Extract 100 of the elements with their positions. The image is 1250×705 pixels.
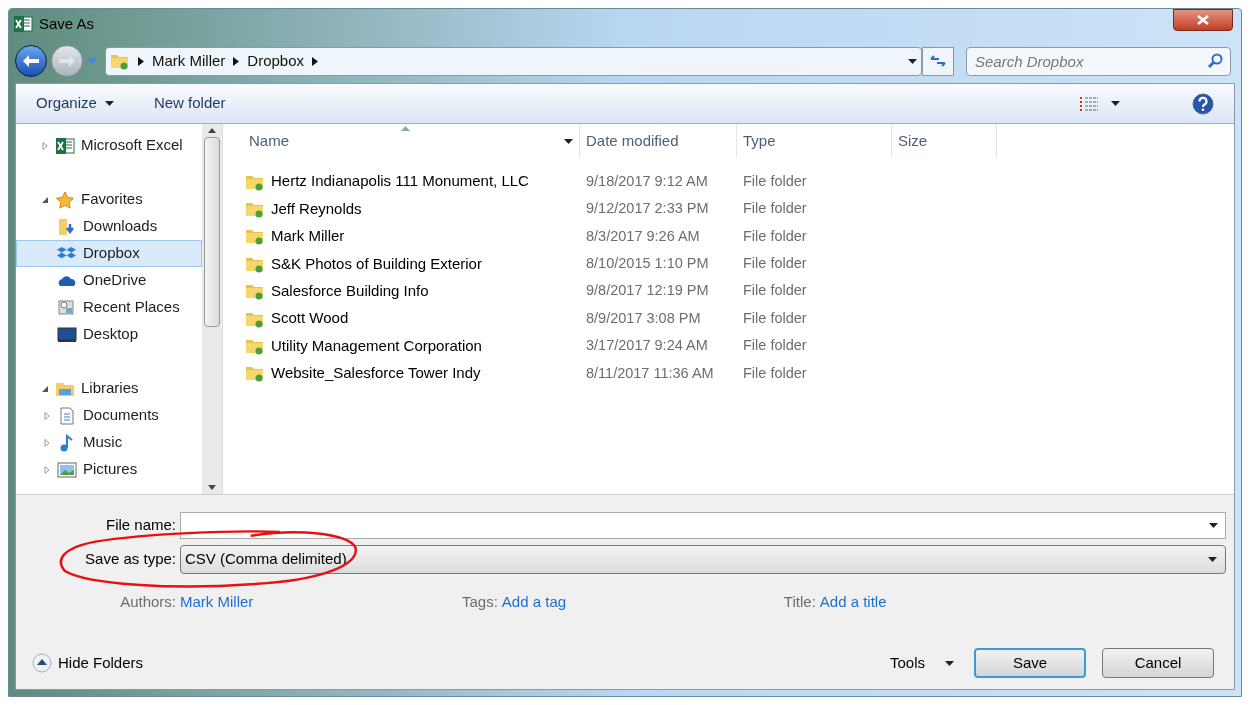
file-row[interactable]: Mark Miller 8/3/2017 9:26 AM File folder [243, 222, 1234, 251]
type-cell-text: File folder [742, 226, 808, 246]
file-row[interactable]: Website_Salesforce Tower Indy 8/11/2017 11:36 AM File folder [243, 359, 1234, 388]
field-label: Authors: [119, 591, 176, 612]
file-name: Jeff Reynolds [271, 198, 362, 219]
tree-item[interactable]: Pictures [16, 456, 202, 483]
expanded-arrow-icon[interactable] [41, 384, 49, 393]
search-field[interactable]: Search Dropbox [966, 46, 1231, 76]
back-button[interactable] [15, 45, 47, 77]
expanded-arrow-icon[interactable] [41, 195, 49, 204]
column-header[interactable]: Date modified [580, 124, 737, 158]
tree-label: Pictures [83, 459, 138, 480]
title-link[interactable]: Add a title [819, 590, 887, 614]
file-row[interactable]: Hertz Indianapolis 111 Monument, LLC 9/18/2017 9:12 AM File folder [243, 168, 1234, 196]
file-name: Mark Miller [271, 226, 345, 247]
caret-icon [945, 660, 954, 666]
tags-link[interactable]: Add a tag [501, 590, 784, 614]
spreadsheet-icon [55, 136, 75, 155]
tree-item[interactable]: Desktop [16, 321, 202, 348]
tools-menu[interactable]: Tools [889, 651, 954, 675]
date-cell-text: 3/17/2017 9:24 AM [585, 336, 709, 356]
cancel-button[interactable]: Cancel [1102, 648, 1214, 678]
chevron-icon[interactable] [233, 56, 240, 66]
tree-label: Microsoft Excel [81, 135, 183, 156]
tree-item[interactable]: Favorites [16, 186, 202, 213]
tree-label: Libraries [81, 378, 139, 399]
tree-item[interactable]: Music [16, 429, 202, 456]
tree-item[interactable]: Downloads [16, 213, 202, 240]
close-button[interactable] [1173, 9, 1233, 31]
date-cell-text: 8/9/2017 3:08 PM [585, 308, 702, 328]
file-row[interactable]: Scott Wood 8/9/2017 3:08 PM File folder [243, 304, 1234, 333]
dropdown-caret-icon [1209, 523, 1218, 528]
file-type-dropdown[interactable]: CSV (Comma delimited) [180, 545, 1226, 574]
type-cell-text: File folder [742, 336, 808, 356]
tree-label: OneDrive [83, 270, 147, 291]
authors-link[interactable]: Mark Miller [180, 590, 462, 614]
refresh-button[interactable] [922, 46, 954, 76]
type-cell-text: File folder [742, 171, 808, 191]
tree-item[interactable]: Dropbox [16, 240, 202, 267]
collapse-up-icon [32, 653, 52, 673]
column-filter-icon [564, 138, 573, 144]
recent-places-icon [57, 298, 77, 317]
file-row[interactable]: S&K Photos of Building Exterior 8/10/2015 1:10 PM File folder [243, 250, 1234, 278]
spreadsheet-icon [13, 15, 33, 33]
view-menu[interactable] [1079, 95, 1120, 112]
field-label: File name: [104, 515, 176, 536]
file-name: Scott Wood [271, 308, 349, 329]
chevron-icon[interactable] [138, 56, 144, 66]
file-name: Hertz Indianapolis 111 Monument, LLC [271, 171, 529, 192]
tree-item[interactable]: Libraries [16, 375, 202, 402]
type-cell-text: File folder [742, 199, 808, 219]
hide-folders-button[interactable]: Hide Folders [32, 651, 144, 675]
forward-arrow-icon [58, 54, 76, 68]
tree-item[interactable]: Microsoft Excel [16, 132, 202, 159]
column-header[interactable]: Type [737, 124, 892, 158]
dropdown-caret-icon [908, 58, 917, 64]
date-cell-text: 9/12/2017 2:33 PM [585, 199, 710, 219]
chevron-icon[interactable] [312, 56, 319, 66]
date-cell-text: 8/3/2017 9:26 AM [585, 226, 701, 246]
folder-icon [245, 200, 265, 219]
help-icon[interactable] [1192, 92, 1214, 115]
type-cell-text: File folder [742, 363, 808, 383]
scroll-down-icon[interactable] [208, 485, 216, 490]
date-cell-text: 9/18/2017 9:12 AM [585, 171, 709, 191]
file-row[interactable]: Salesforce Building Info 9/8/2017 12:19 PM File folder [243, 277, 1234, 305]
folder-icon [245, 337, 265, 356]
file-row[interactable]: Utility Management Corporation 3/17/2017 9:24 AM File folder [243, 332, 1234, 360]
file-name-field[interactable] [180, 512, 1226, 539]
breadcrumb-item[interactable]: Mark Miller [152, 49, 226, 73]
date-cell-text: 9/8/2017 12:19 PM [585, 281, 710, 301]
organize-menu[interactable]: Organize [36, 92, 114, 115]
tree-label: Recent Places [83, 297, 180, 318]
tree-item[interactable]: Recent Places [16, 294, 202, 321]
star-icon [55, 190, 75, 209]
column-header[interactable]: Name [243, 124, 580, 158]
folder-icon [110, 52, 130, 70]
file-name: Salesforce Building Info [271, 281, 429, 301]
type-cell-text: File folder [742, 281, 808, 301]
new-folder-button[interactable]: New folder [153, 92, 226, 115]
date-cell-text: 8/11/2017 11:36 AM [585, 363, 715, 383]
field-label: Save as type: [84, 549, 176, 570]
type-cell-text: File folder [742, 254, 808, 273]
tree-item[interactable]: Documents [16, 402, 202, 429]
scroll-up-icon[interactable] [208, 128, 216, 133]
type-cell-text: File folder [742, 308, 808, 328]
close-icon [1197, 15, 1209, 25]
save-button[interactable]: Save [974, 648, 1086, 678]
back-arrow-icon [22, 54, 40, 68]
breadcrumb-item[interactable]: Dropbox [247, 49, 305, 73]
scroll-thumb[interactable] [204, 137, 220, 327]
column-header[interactable]: Size [892, 124, 997, 158]
tree-item[interactable]: OneDrive [16, 267, 202, 294]
field-label: Title: [783, 591, 816, 612]
file-name: Website_Salesforce Tower Indy [271, 363, 481, 384]
file-row[interactable]: Jeff Reynolds 9/12/2017 2:33 PM File folder [243, 195, 1234, 223]
address-bar[interactable]: Mark Miller Dropbox [105, 46, 922, 76]
dropdown-caret-icon [1208, 557, 1217, 562]
monitor-icon [57, 325, 77, 344]
scrollbar[interactable] [202, 124, 222, 494]
folder-icon [245, 282, 265, 301]
